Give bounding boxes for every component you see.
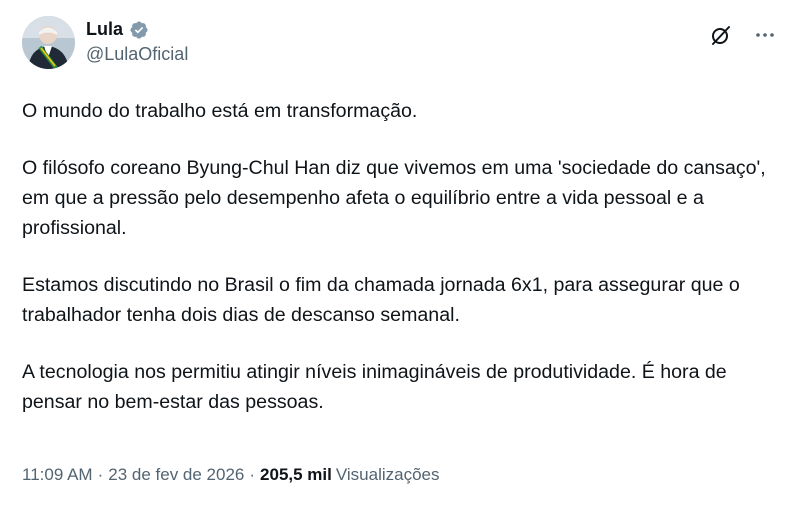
avatar[interactable] <box>22 16 75 69</box>
views-label: Visualizações <box>335 465 440 484</box>
more-options-icon[interactable] <box>750 20 780 50</box>
views-count: 205,5 mil <box>260 465 332 484</box>
meta-separator: · <box>97 465 104 484</box>
meta-separator: · <box>249 465 256 484</box>
name-row: Lula <box>86 19 188 40</box>
verified-badge-icon[interactable] <box>129 20 149 40</box>
author-display-name[interactable]: Lula <box>86 19 123 40</box>
profile-photo-icon <box>22 16 75 69</box>
tweet-card: Lula @LulaOficial O mundo do trabalho es… <box>0 0 800 512</box>
tweet-date[interactable]: 23 de fev de 2026 <box>108 465 244 485</box>
tweet-paragraph: O filósofo coreano Byung-Chul Han diz qu… <box>22 157 766 239</box>
tweet-paragraph: A tecnologia nos permitiu atingir níveis… <box>22 361 727 413</box>
tweet-header: Lula @LulaOficial <box>22 16 780 76</box>
tweet-paragraph: O mundo do trabalho está em transformaçã… <box>22 100 418 122</box>
tweet-metadata: 11:09 AM · 23 de fev de 2026 · 205,5 mil… <box>22 465 440 485</box>
tweet-paragraph: Estamos discutindo no Brasil o fim da ch… <box>22 274 740 326</box>
header-actions <box>706 20 780 50</box>
tweet-time[interactable]: 11:09 AM <box>22 465 93 485</box>
author-names: Lula @LulaOficial <box>86 19 188 65</box>
grok-icon[interactable] <box>706 20 736 50</box>
author-handle[interactable]: @LulaOficial <box>86 44 188 65</box>
tweet-text: O mundo do trabalho está em transformaçã… <box>22 96 780 417</box>
